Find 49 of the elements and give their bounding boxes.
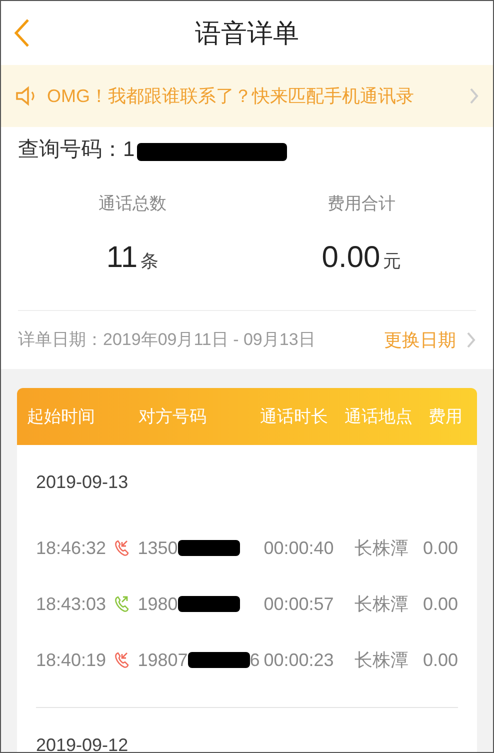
call-time: 18:40:19 [36,648,108,672]
column-header: 对方号码 [137,406,208,428]
call-row[interactable]: 18:40:19 19807 6 00:00:23 长株潭 0.00 [36,632,458,688]
change-date-link[interactable]: 更换日期 [384,326,456,354]
call-fee: 0.00 [422,536,458,560]
call-duration: 00:00:23 [264,648,335,672]
call-fee: 0.00 [422,592,458,616]
group-date: 2019-09-12 [36,734,128,752]
redaction-mark [188,652,250,668]
back-button[interactable] [13,18,31,48]
column-header: 起始时间 [27,406,96,428]
call-time: 18:46:32 [36,536,108,560]
call-duration: 00:00:40 [264,536,335,560]
notice-banner[interactable]: OMG！我都跟谁联系了？快来匹配手机通讯录 [1,65,493,127]
phone-number: 1980 [138,592,178,616]
stat-label: 费用合计 [328,193,396,215]
stat-unit: 条 [140,250,159,272]
outgoing-call-icon [114,595,130,613]
stat-value: 0.00 [322,240,380,276]
call-location: 长株潭 [354,592,410,616]
call-duration: 00:00:57 [264,592,335,616]
call-time: 18:43:03 [36,592,108,616]
query-label: 查询号码： [18,137,123,164]
redaction-mark [178,596,240,612]
call-row[interactable]: 18:43:03 1980 00:00:57 长株潭 0.00 [36,576,458,632]
page-title: 语音详单 [195,16,299,50]
column-header: 通话地点 [344,406,414,428]
call-location: 长株潭 [354,536,410,560]
phone-number: 6 [250,648,260,672]
chevron-right-icon [466,331,476,349]
notice-text: OMG！我都跟谁联系了？快来匹配手机通讯录 [47,84,414,108]
call-location: 长株潭 [354,648,410,672]
chevron-right-icon [469,87,479,105]
phone-number: 1 [123,137,135,164]
redaction-mark [178,540,240,556]
call-row[interactable]: 18:46:32 1350 00:00:40 长株潭 0.00 [36,520,458,576]
stat-unit: 元 [383,250,402,272]
incoming-call-icon [114,539,130,557]
group-date: 2019-09-13 [36,471,128,494]
date-label: 详单日期： [18,329,103,352]
stat-value: 11 [106,240,138,276]
date-range: 2019年09月11日 - 09月13日 [103,329,316,352]
phone-number: 1350 [138,536,178,560]
column-header: 费用 [428,406,464,428]
stat-label: 通话总数 [98,193,166,215]
column-header: 通话时长 [260,406,330,428]
incoming-call-icon [114,651,130,669]
call-fee: 0.00 [422,648,458,672]
phone-number: 19807 [138,648,188,672]
